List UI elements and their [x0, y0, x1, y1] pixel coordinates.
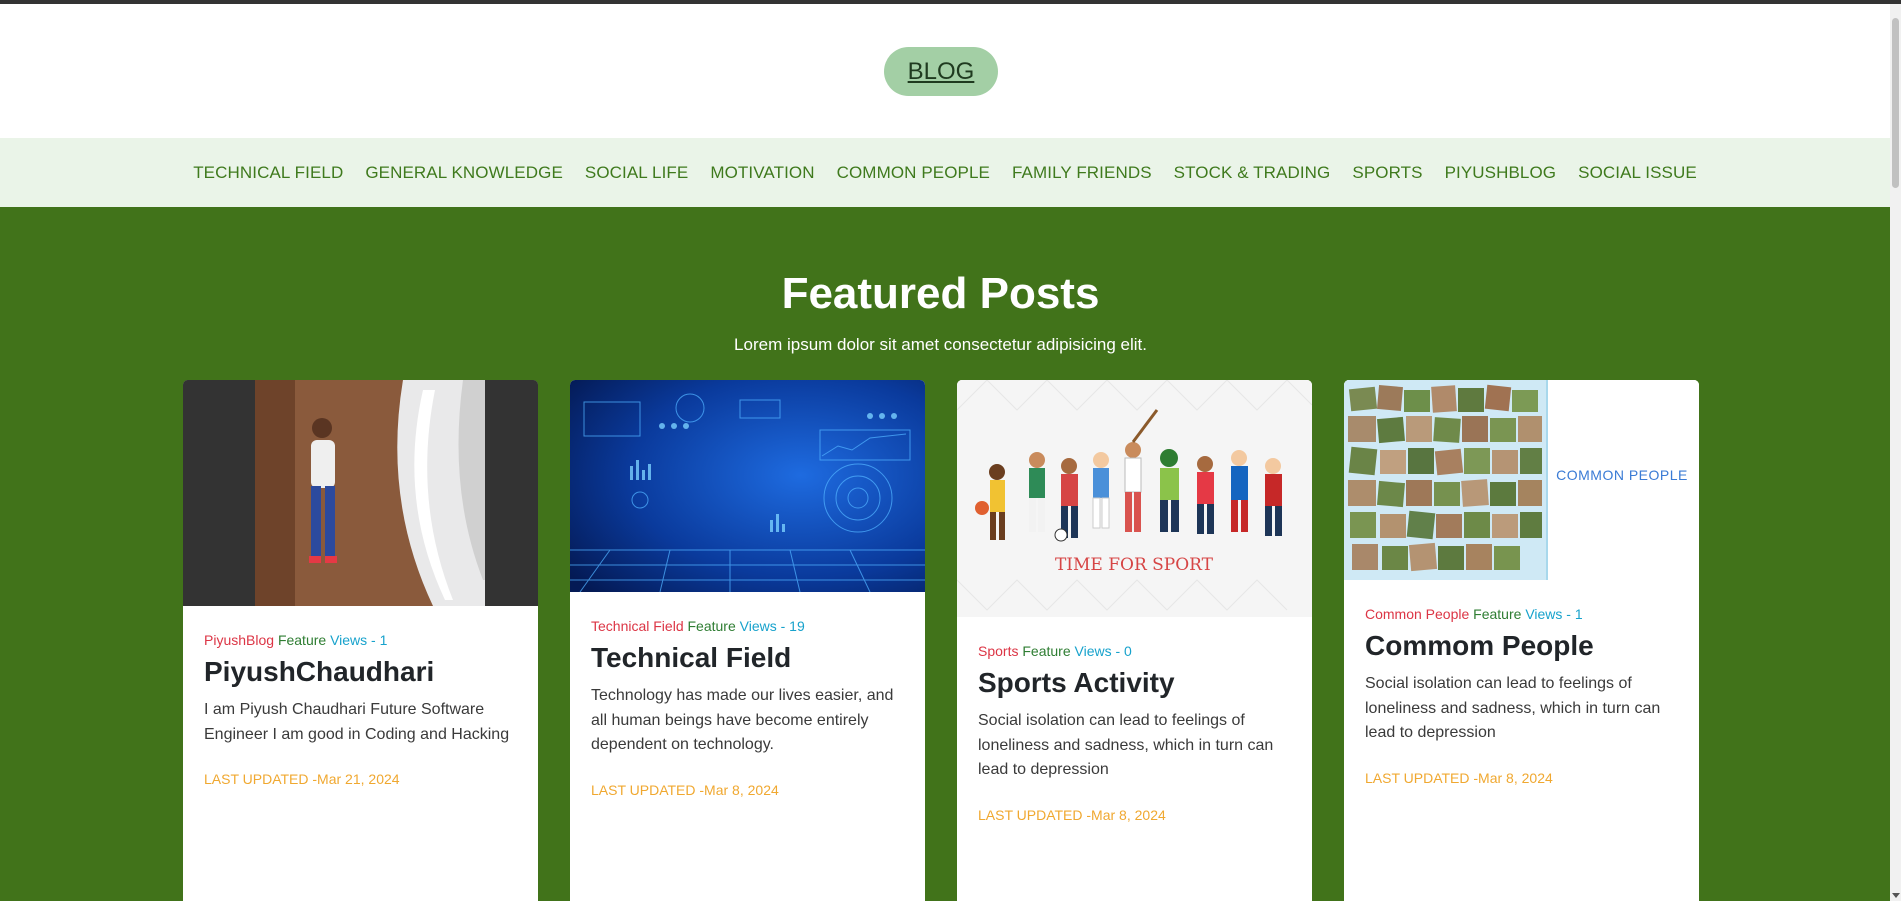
featured-section: Featured Posts Lorem ipsum dolor sit ame…	[0, 207, 1890, 901]
post-last-updated: LAST UPDATED -Mar 8, 2024	[1365, 769, 1553, 786]
post-image-portrait	[183, 380, 538, 606]
blog-logo-button[interactable]: BLOG	[884, 47, 998, 96]
sports-illustration: TIME FOR SPORT	[957, 380, 1312, 617]
featured-subtitle: Lorem ipsum dolor sit amet consectetur a…	[734, 335, 1147, 354]
sports-image-caption: TIME FOR SPORT	[1055, 555, 1214, 575]
nav-item-piyushblog[interactable]: PIYUSHBLOG	[1445, 163, 1557, 183]
nav-item-stock-trading[interactable]: STOCK & TRADING	[1174, 163, 1331, 183]
post-card-common-people[interactable]: COMMON PEOPLE Common People Feature View…	[1344, 380, 1699, 901]
site-header: BLOG	[0, 4, 1890, 138]
post-category-link[interactable]: Common People	[1365, 606, 1469, 622]
post-description: I am Piyush Chaudhari Future Software En…	[204, 701, 510, 743]
nav-item-common-people[interactable]: COMMON PEOPLE	[837, 163, 990, 183]
featured-title: Featured Posts	[781, 269, 1100, 318]
post-meta: PiyushBlog Feature Views - 1	[204, 632, 517, 648]
post-meta: Common People Feature Views - 1	[1365, 606, 1678, 622]
post-image-common-people: COMMON PEOPLE	[1344, 380, 1699, 580]
post-description: Technology has made our lives easier, an…	[591, 687, 894, 753]
nav-item-motivation[interactable]: MOTIVATION	[710, 163, 814, 183]
nav-item-social-life[interactable]: SOCIAL LIFE	[585, 163, 688, 183]
post-card-body: Common People Feature Views - 1 Commom P…	[1344, 580, 1699, 786]
post-card-piyushchaudhari[interactable]: PiyushBlog Feature Views - 1 PiyushChaud…	[183, 380, 538, 901]
nav-item-sports[interactable]: SPORTS	[1352, 163, 1422, 183]
common-people-image-caption: COMMON PEOPLE	[1556, 467, 1688, 483]
category-nav: TECHNICAL FIELD GENERAL KNOWLEDGE SOCIAL…	[0, 138, 1890, 207]
post-title[interactable]: Sports Activity	[978, 667, 1291, 699]
post-feature-label: Feature	[1473, 606, 1522, 622]
post-card-sports-activity[interactable]: TIME FOR SPORT Sports Feature Views - 0 …	[957, 380, 1312, 901]
page-scrollbar[interactable]	[1890, 4, 1901, 901]
post-feature-label: Feature	[687, 618, 736, 634]
post-image-sports: TIME FOR SPORT	[957, 380, 1312, 617]
post-last-updated: LAST UPDATED -Mar 21, 2024	[204, 771, 400, 787]
nav-item-social-issue[interactable]: SOCIAL ISSUE	[1578, 163, 1697, 183]
post-card-body: Technical Field Feature Views - 19 Techn…	[570, 592, 925, 798]
nav-item-family-friends[interactable]: FAMILY FRIENDS	[1012, 163, 1152, 183]
post-card-technical-field[interactable]: Technical Field Feature Views - 19 Techn…	[570, 380, 925, 901]
scroll-down-arrow-icon[interactable]	[1892, 893, 1900, 898]
post-image-technology	[570, 380, 925, 592]
post-feature-label: Feature	[1022, 643, 1071, 659]
post-feature-label: Feature	[277, 632, 327, 648]
nav-item-general-knowledge[interactable]: GENERAL KNOWLEDGE	[365, 163, 563, 183]
portrait-photo	[183, 380, 538, 606]
post-views-count: Views - 1	[1525, 606, 1583, 622]
scrollbar-thumb[interactable]	[1892, 18, 1899, 188]
nav-item-technical-field[interactable]: TECHNICAL FIELD	[193, 163, 343, 183]
post-card-body: Sports Feature Views - 0 Sports Activity…	[957, 617, 1312, 823]
post-meta: Sports Feature Views - 0	[978, 643, 1291, 659]
post-views-count: Views - 1	[330, 632, 388, 648]
people-collage: COMMON PEOPLE	[1344, 380, 1699, 580]
post-category-link[interactable]: Sports	[978, 643, 1018, 659]
technology-graphic	[570, 380, 925, 592]
post-title[interactable]: Commom People	[1365, 630, 1678, 662]
post-title[interactable]: PiyushChaudhari	[204, 656, 517, 688]
post-views-count: Views - 0	[1074, 643, 1132, 659]
post-category-link[interactable]: Technical Field	[591, 618, 684, 634]
post-category-link[interactable]: PiyushBlog	[204, 632, 274, 648]
post-meta: Technical Field Feature Views - 19	[591, 618, 904, 634]
post-card-body: PiyushBlog Feature Views - 1 PiyushChaud…	[183, 606, 538, 787]
post-views-count: Views - 19	[739, 618, 805, 634]
post-last-updated: LAST UPDATED -Mar 8, 2024	[978, 806, 1166, 823]
post-last-updated: LAST UPDATED -Mar 8, 2024	[591, 781, 779, 798]
post-description: Social isolation can lead to feelings of…	[978, 712, 1274, 778]
post-description: Social isolation can lead to feelings of…	[1365, 675, 1661, 741]
post-title[interactable]: Technical Field	[591, 642, 904, 674]
